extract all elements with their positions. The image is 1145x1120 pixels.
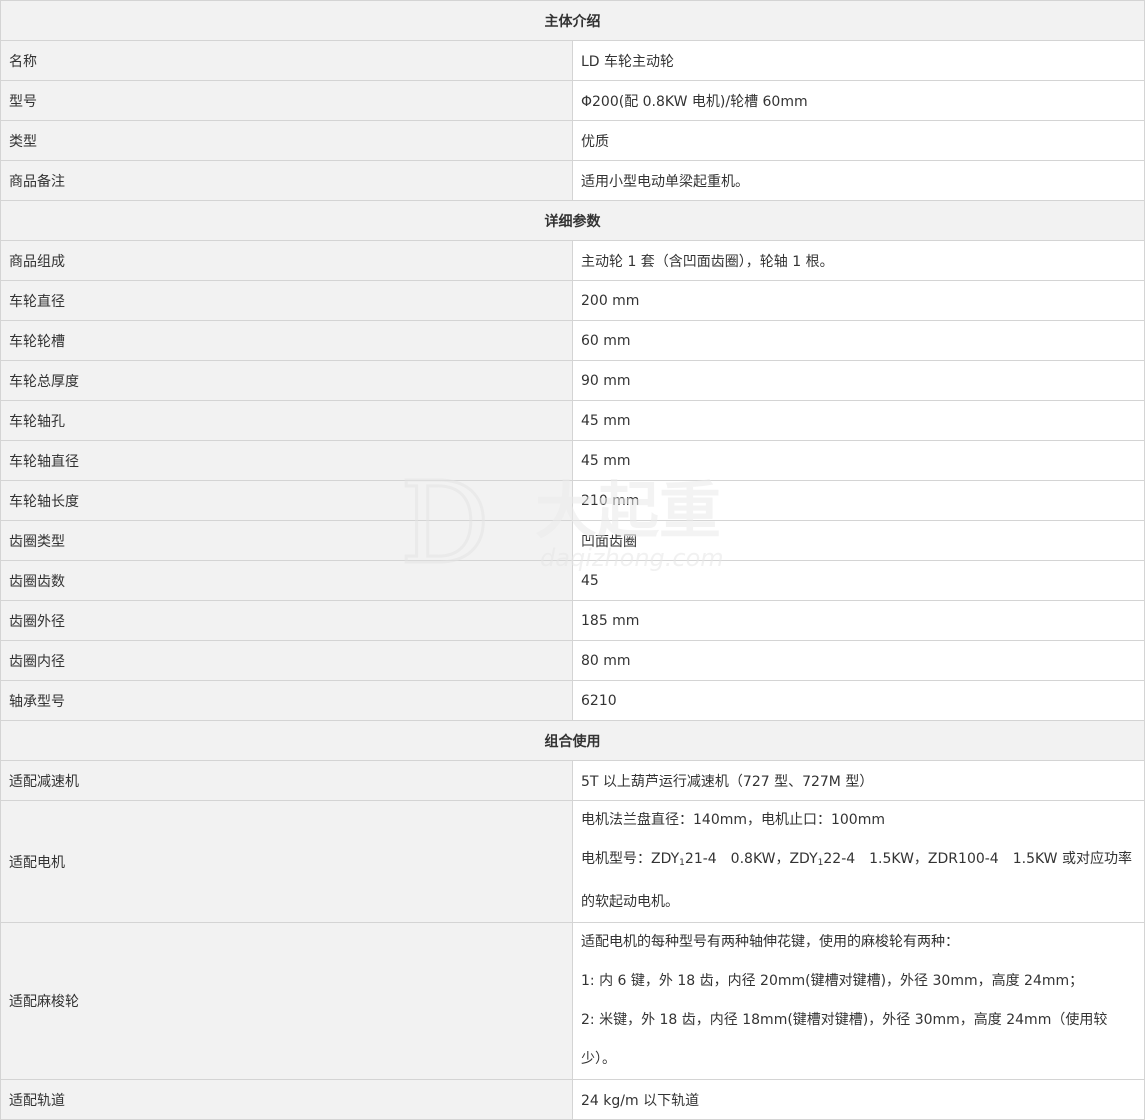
row-value: 适配电机的每种型号有两种轴伸花键，使用的麻梭轮有两种： 1: 内 6 键，外 1… — [572, 922, 1145, 1080]
row-value: 210 mm — [572, 480, 1145, 521]
motor-model-text: 21-4 0.8KW，ZDY — [684, 851, 818, 867]
row-value: 凹面齿圈 — [572, 520, 1145, 561]
row-value: 优质 — [572, 120, 1145, 161]
table-row: 车轮总厚度 90 mm — [0, 360, 1145, 401]
row-value: 45 mm — [572, 440, 1145, 481]
table-row: 类型 优质 — [0, 120, 1145, 161]
table-row: 轴承型号 6210 — [0, 680, 1145, 721]
motor-model-text: 电机型号：ZDY — [581, 851, 680, 867]
row-value: LD 车轮主动轮 — [572, 40, 1145, 81]
spec-table: 主体介绍 名称 LD 车轮主动轮 型号 Φ200(配 0.8KW 电机)/轮槽 60… — [0, 0, 1145, 1120]
table-row: 齿圈齿数 45 — [0, 560, 1145, 601]
row-label: 商品组成 — [0, 240, 573, 281]
section-title-combination: 组合使用 — [0, 720, 1145, 761]
table-row: 齿圈类型 凹面齿圈 — [0, 520, 1145, 561]
row-label: 齿圈齿数 — [0, 560, 573, 601]
row-label: 齿圈内径 — [0, 640, 573, 681]
table-row: 车轮轴孔 45 mm — [0, 400, 1145, 441]
row-value: 60 mm — [572, 320, 1145, 361]
table-row: 齿圈外径 185 mm — [0, 600, 1145, 641]
row-label: 齿圈外径 — [0, 600, 573, 641]
row-label: 类型 — [0, 120, 573, 161]
table-row: 车轮轮槽 60 mm — [0, 320, 1145, 361]
coupling-option-1: 1: 内 6 键，外 18 齿，内径 20mm(键槽对键槽)，外径 30mm，高… — [581, 973, 1084, 989]
row-value: 电机法兰盘直径：140mm，电机止口：100mm 电机型号：ZDY121-4 0… — [572, 800, 1145, 923]
row-label: 车轮直径 — [0, 280, 573, 321]
row-value: 24 kg/m 以下轨道 — [572, 1079, 1145, 1120]
row-label: 商品备注 — [0, 160, 573, 201]
table-row: 适配减速机 5T 以上葫芦运行减速机（727 型、727M 型） — [0, 760, 1145, 801]
row-value: 6210 — [572, 680, 1145, 721]
row-value: 适用小型电动单梁起重机。 — [572, 160, 1145, 201]
motor-model-line: 电机型号：ZDY121-4 0.8KW，ZDY122-4 1.5KW，ZDR10… — [581, 840, 1136, 922]
row-value: 45 mm — [572, 400, 1145, 441]
row-label: 车轮总厚度 — [0, 360, 573, 401]
table-row: 车轮直径 200 mm — [0, 280, 1145, 321]
table-row: 适配麻梭轮 适配电机的每种型号有两种轴伸花键，使用的麻梭轮有两种： 1: 内 6… — [0, 922, 1145, 1080]
row-label: 适配麻梭轮 — [0, 922, 573, 1080]
row-value: 80 mm — [572, 640, 1145, 681]
table-row: 齿圈内径 80 mm — [0, 640, 1145, 681]
motor-flange-line: 电机法兰盘直径：140mm，电机止口：100mm — [581, 812, 885, 828]
table-row: 型号 Φ200(配 0.8KW 电机)/轮槽 60mm — [0, 80, 1145, 121]
row-value: 主动轮 1 套（含凹面齿圈），轮轴 1 根。 — [572, 240, 1145, 281]
row-label: 名称 — [0, 40, 573, 81]
row-label: 车轮轴长度 — [0, 480, 573, 521]
table-row: 适配轨道 24 kg/m 以下轨道 — [0, 1079, 1145, 1120]
section-title-main: 主体介绍 — [0, 0, 1145, 41]
table-row: 车轮轴直径 45 mm — [0, 440, 1145, 481]
row-label: 适配电机 — [0, 800, 573, 923]
row-label: 适配减速机 — [0, 760, 573, 801]
row-label: 车轮轴孔 — [0, 400, 573, 441]
table-row: 商品备注 适用小型电动单梁起重机。 — [0, 160, 1145, 201]
row-label: 齿圈类型 — [0, 520, 573, 561]
row-value: 90 mm — [572, 360, 1145, 401]
table-row: 商品组成 主动轮 1 套（含凹面齿圈），轮轴 1 根。 — [0, 240, 1145, 281]
row-value: 5T 以上葫芦运行减速机（727 型、727M 型） — [572, 760, 1145, 801]
row-label: 车轮轮槽 — [0, 320, 573, 361]
row-label: 轴承型号 — [0, 680, 573, 721]
table-row: 适配电机 电机法兰盘直径：140mm，电机止口：100mm 电机型号：ZDY12… — [0, 800, 1145, 923]
coupling-option-2: 2: 米键，外 18 齿，内径 18mm(键槽对键槽)，外径 30mm，高度 2… — [581, 1012, 1108, 1067]
coupling-intro-line: 适配电机的每种型号有两种轴伸花键，使用的麻梭轮有两种： — [581, 934, 959, 950]
row-value: 185 mm — [572, 600, 1145, 641]
row-label: 型号 — [0, 80, 573, 121]
row-value: 200 mm — [572, 280, 1145, 321]
table-row: 车轮轴长度 210 mm — [0, 480, 1145, 521]
row-value: Φ200(配 0.8KW 电机)/轮槽 60mm — [572, 80, 1145, 121]
section-title-details: 详细参数 — [0, 200, 1145, 241]
row-value: 45 — [572, 560, 1145, 601]
row-label: 车轮轴直径 — [0, 440, 573, 481]
row-label: 适配轨道 — [0, 1079, 573, 1120]
table-row: 名称 LD 车轮主动轮 — [0, 40, 1145, 81]
